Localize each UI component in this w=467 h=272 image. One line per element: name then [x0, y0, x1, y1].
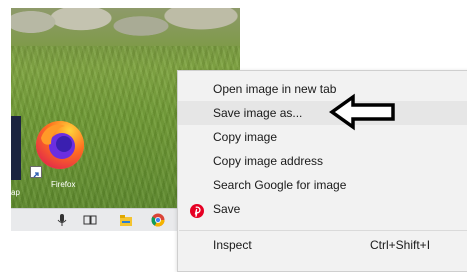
- partial-window: [11, 116, 21, 180]
- annotation-arrow-icon: [328, 93, 397, 131]
- menu-item-copy-image-address[interactable]: Copy image address: [178, 149, 467, 173]
- partial-icon-label: ap: [11, 188, 20, 197]
- menu-item-inspect[interactable]: Inspect Ctrl+Shift+I: [178, 233, 467, 257]
- menu-item-pinterest-save[interactable]: Save: [178, 197, 467, 221]
- menu-item-label: Save: [213, 202, 241, 216]
- task-view-icon[interactable]: [83, 213, 97, 227]
- menu-item-copy-image[interactable]: Copy image: [178, 125, 467, 149]
- menu-item-label: Open image in new tab: [213, 82, 337, 96]
- menu-item-open-image-new-tab[interactable]: Open image in new tab: [178, 77, 467, 101]
- file-explorer-icon[interactable]: [119, 213, 133, 227]
- menu-item-label: Search Google for image: [213, 178, 347, 192]
- menu-item-save-image-as[interactable]: Save image as...: [178, 101, 467, 125]
- stone-wall: [11, 8, 240, 46]
- shortcut-arrow-icon: [30, 166, 42, 178]
- microphone-icon[interactable]: [55, 213, 69, 227]
- menu-separator: [179, 230, 467, 231]
- menu-item-label: Copy image address: [213, 154, 324, 168]
- menu-item-label: Copy image: [213, 130, 278, 144]
- context-menu: Open image in new tab Save image as... C…: [177, 70, 467, 272]
- chrome-icon[interactable]: [151, 213, 165, 227]
- pinterest-icon: [190, 202, 204, 218]
- menu-item-search-google-image[interactable]: Search Google for image: [178, 173, 467, 197]
- menu-item-label: Inspect: [213, 238, 252, 252]
- inspect-shortcut: Ctrl+Shift+I: [370, 238, 431, 252]
- menu-item-label: Save image as...: [213, 106, 303, 120]
- firefox-label: Firefox: [51, 180, 76, 189]
